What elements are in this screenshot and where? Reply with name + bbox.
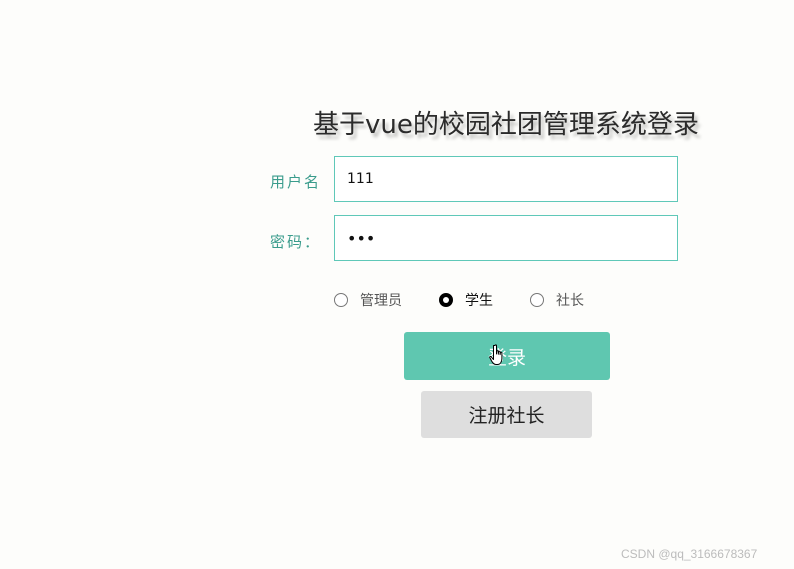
password-label: 密码： [270, 233, 322, 251]
radio-circle-icon[interactable] [334, 293, 348, 307]
username-input[interactable] [334, 156, 678, 202]
radio-checked-icon[interactable] [439, 293, 453, 307]
hand-pointer-icon [489, 344, 503, 365]
username-label: 用户名 [270, 173, 322, 191]
login-button[interactable]: 登录 [404, 332, 610, 380]
role-label-student: 学生 [465, 293, 493, 309]
role-label-president: 社长 [556, 293, 584, 309]
role-radio-admin[interactable]: 管理员 [334, 290, 402, 310]
watermark: CSDN @qq_3166678367 [621, 547, 758, 561]
page-title: 基于vue的校园社团管理系统登录 [313, 110, 699, 140]
role-label-admin: 管理员 [360, 293, 402, 309]
role-radio-president[interactable]: 社长 [530, 290, 584, 310]
register-president-button[interactable]: 注册社长 [421, 391, 592, 438]
radio-circle-icon[interactable] [530, 293, 544, 307]
role-radio-student[interactable]: 学生 [439, 290, 493, 310]
password-input[interactable] [334, 215, 678, 261]
